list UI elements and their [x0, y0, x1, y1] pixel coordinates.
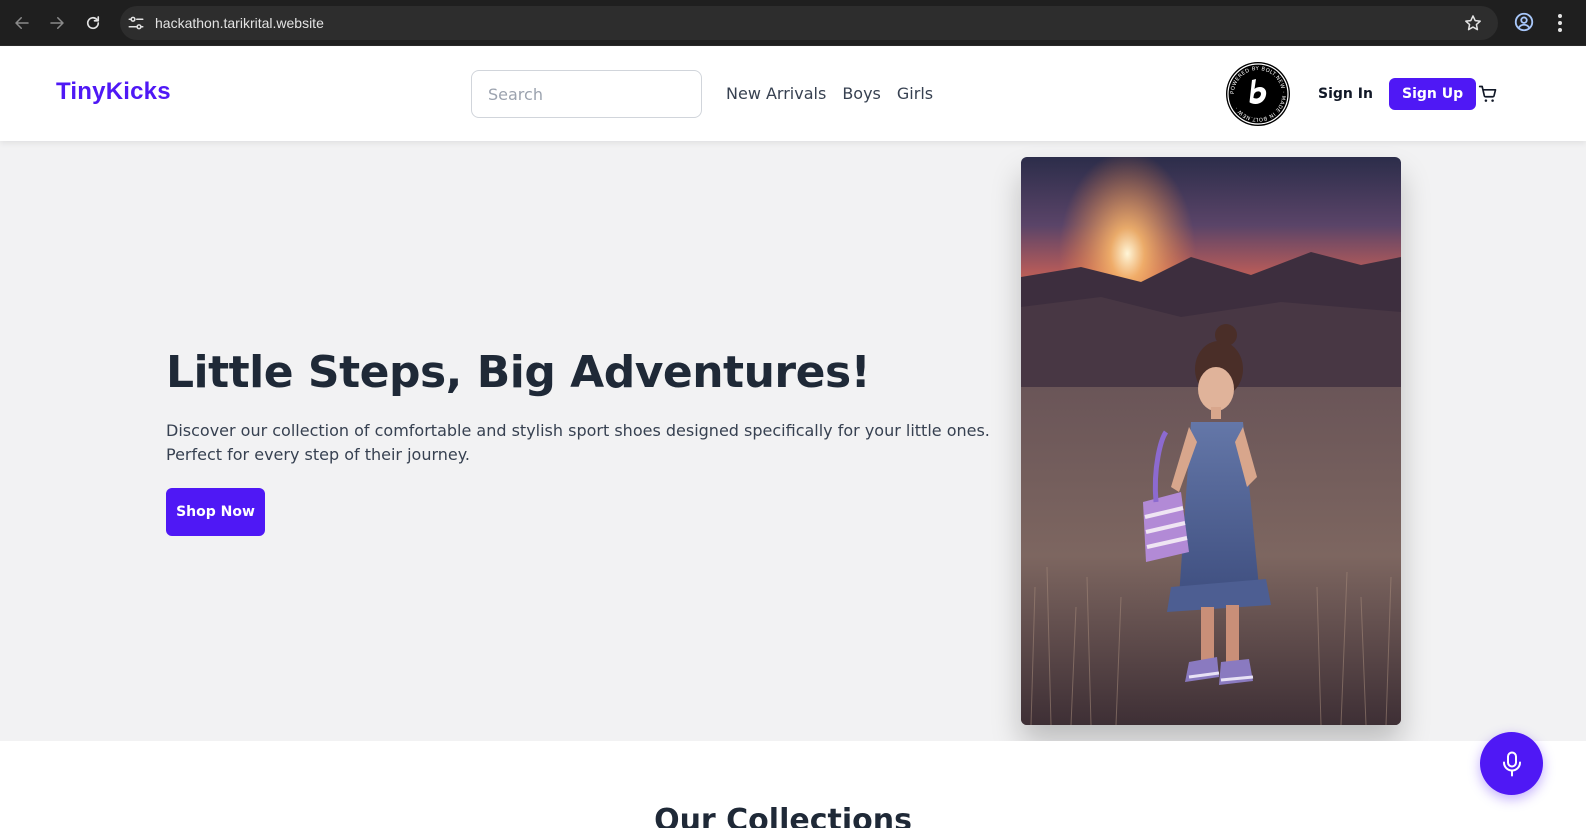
sign-in-button[interactable]: Sign In — [1306, 78, 1385, 110]
profile-icon[interactable] — [1513, 11, 1537, 35]
bolt-badge[interactable]: POWERED BY BOLT.NEW · MADE IN BOLT.NEW · — [1226, 62, 1290, 126]
collections-section: Our Collections — [0, 741, 1586, 828]
cart-icon[interactable] — [1478, 84, 1498, 104]
address-bar[interactable]: hackathon.tarikrital.website — [120, 6, 1498, 40]
nav-girls[interactable]: Girls — [897, 84, 933, 103]
hero-title: Little Steps, Big Adventures! — [166, 347, 871, 398]
shop-now-button[interactable]: Shop Now — [166, 488, 265, 536]
forward-icon[interactable] — [45, 11, 69, 35]
microphone-icon — [1502, 751, 1521, 776]
site-header: TinyKicks New Arrivals Boys Girls POWERE… — [0, 47, 1586, 141]
kebab-icon[interactable] — [1550, 11, 1570, 35]
hero-description: Discover our collection of comfortable a… — [166, 421, 990, 464]
url-text[interactable]: hackathon.tarikrital.website — [155, 6, 324, 40]
hero-section: Little Steps, Big Adventures! Discover o… — [0, 141, 1586, 741]
sign-up-button[interactable]: Sign Up — [1389, 78, 1477, 110]
browser-toolbar: hackathon.tarikrital.website — [0, 0, 1586, 46]
site-logo[interactable]: TinyKicks — [56, 78, 171, 106]
main-nav: New Arrivals Boys Girls — [726, 84, 933, 103]
nav-boys[interactable]: Boys — [842, 84, 881, 103]
search-input[interactable] — [471, 70, 702, 118]
collections-title: Our Collections — [654, 803, 912, 828]
voice-assistant-button[interactable] — [1480, 732, 1543, 795]
back-icon[interactable] — [10, 11, 34, 35]
tune-icon[interactable] — [127, 14, 145, 32]
star-icon[interactable] — [1463, 13, 1483, 33]
reload-icon[interactable] — [81, 11, 105, 35]
hero-image — [1021, 157, 1401, 725]
nav-new-arrivals[interactable]: New Arrivals — [726, 84, 826, 103]
bolt-logo-icon: POWERED BY BOLT.NEW · MADE IN BOLT.NEW · — [1227, 63, 1289, 125]
